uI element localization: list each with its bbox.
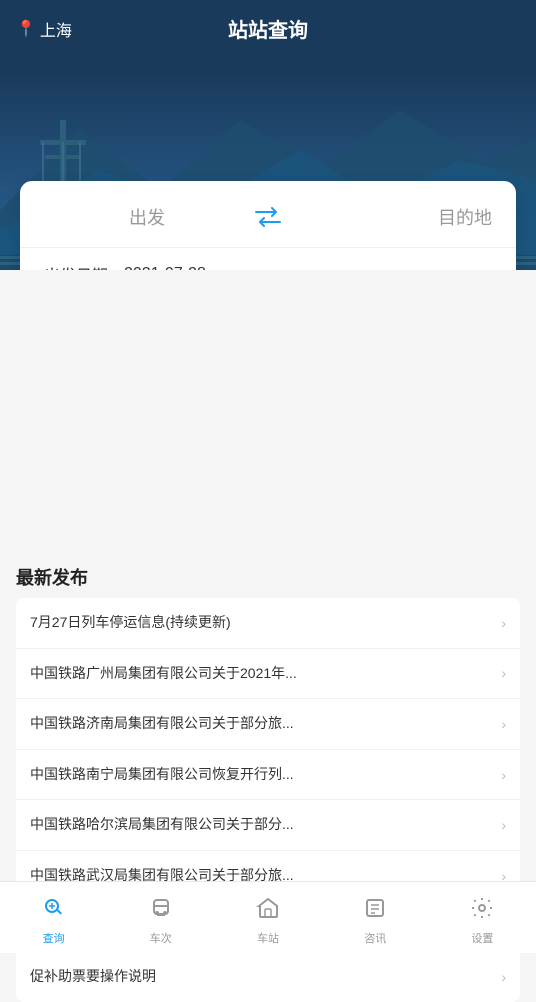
nav-item-设置[interactable]: 设置: [429, 890, 536, 946]
bottom-nav: 查询 车次 车站 咨讯 设置: [0, 881, 536, 953]
location-label[interactable]: 📍 上海: [16, 17, 72, 41]
status-bar: 📍 上海 站站查询: [0, 0, 536, 48]
date-value: 2021-07-28: [124, 265, 206, 270]
news-item[interactable]: 促补助票要操作说明 ›: [16, 952, 520, 1002]
chevron-icon: ›: [501, 615, 506, 631]
nav-item-咨讯[interactable]: 咨讯: [322, 890, 429, 946]
news-text: 促补助票要操作说明: [30, 967, 493, 987]
header: 📍 上海 站站查询: [0, 0, 536, 270]
date-label: 出发日期: [44, 262, 124, 270]
chevron-icon: ›: [501, 767, 506, 783]
news-text: 中国铁路南宁局集团有限公司恢复开行列...: [30, 765, 493, 785]
location-text: 上海: [40, 17, 72, 41]
location-icon: 📍: [16, 19, 36, 39]
nav-icon-车站: [256, 896, 280, 926]
news-text: 中国铁路广州局集团有限公司关于2021年...: [30, 664, 493, 684]
nav-icon-设置: [470, 896, 494, 926]
nav-item-车站[interactable]: 车站: [214, 890, 321, 946]
destination-button[interactable]: 目的地: [286, 204, 492, 230]
nav-label-设置: 设置: [471, 930, 493, 946]
chevron-icon: ›: [501, 665, 506, 681]
nav-label-车站: 车站: [257, 930, 279, 946]
news-text: 中国铁路济南局集团有限公司关于部分旅...: [30, 714, 493, 734]
nav-item-查询[interactable]: 查询: [0, 890, 107, 946]
nav-label-查询: 查询: [43, 930, 65, 946]
news-item[interactable]: 中国铁路济南局集团有限公司关于部分旅... ›: [16, 699, 520, 750]
news-item[interactable]: 7月27日列车停运信息(持续更新) ›: [16, 598, 520, 649]
page-title: 站站查询: [228, 14, 308, 43]
date-row[interactable]: 出发日期 2021-07-28: [20, 248, 516, 270]
news-item[interactable]: 中国铁路广州局集团有限公司关于2021年... ›: [16, 649, 520, 700]
nav-icon-查询: [42, 896, 66, 926]
nav-icon-咨讯: [363, 896, 387, 926]
nav-label-车次: 车次: [150, 930, 172, 946]
news-text: 7月27日列车停运信息(持续更新): [30, 613, 493, 633]
news-text: 中国铁路哈尔滨局集团有限公司关于部分...: [30, 815, 493, 835]
nav-label-咨讯: 咨讯: [364, 930, 386, 946]
departure-button[interactable]: 出发: [44, 204, 250, 230]
chevron-icon: ›: [501, 817, 506, 833]
chevron-icon: ›: [501, 969, 506, 985]
nav-icon-车次: [149, 896, 173, 926]
swap-button[interactable]: [250, 199, 286, 235]
section-title: 最新发布: [16, 560, 520, 590]
chevron-icon: ›: [501, 716, 506, 732]
news-item[interactable]: 中国铁路哈尔滨局集团有限公司关于部分... ›: [16, 800, 520, 851]
nav-item-车次[interactable]: 车次: [107, 890, 214, 946]
search-card: 出发 目的地 出发日期 2021-07-28 只看高铁 查询: [20, 181, 516, 270]
news-item[interactable]: 中国铁路南宁局集团有限公司恢复开行列... ›: [16, 750, 520, 801]
station-row: 出发 目的地: [20, 181, 516, 248]
